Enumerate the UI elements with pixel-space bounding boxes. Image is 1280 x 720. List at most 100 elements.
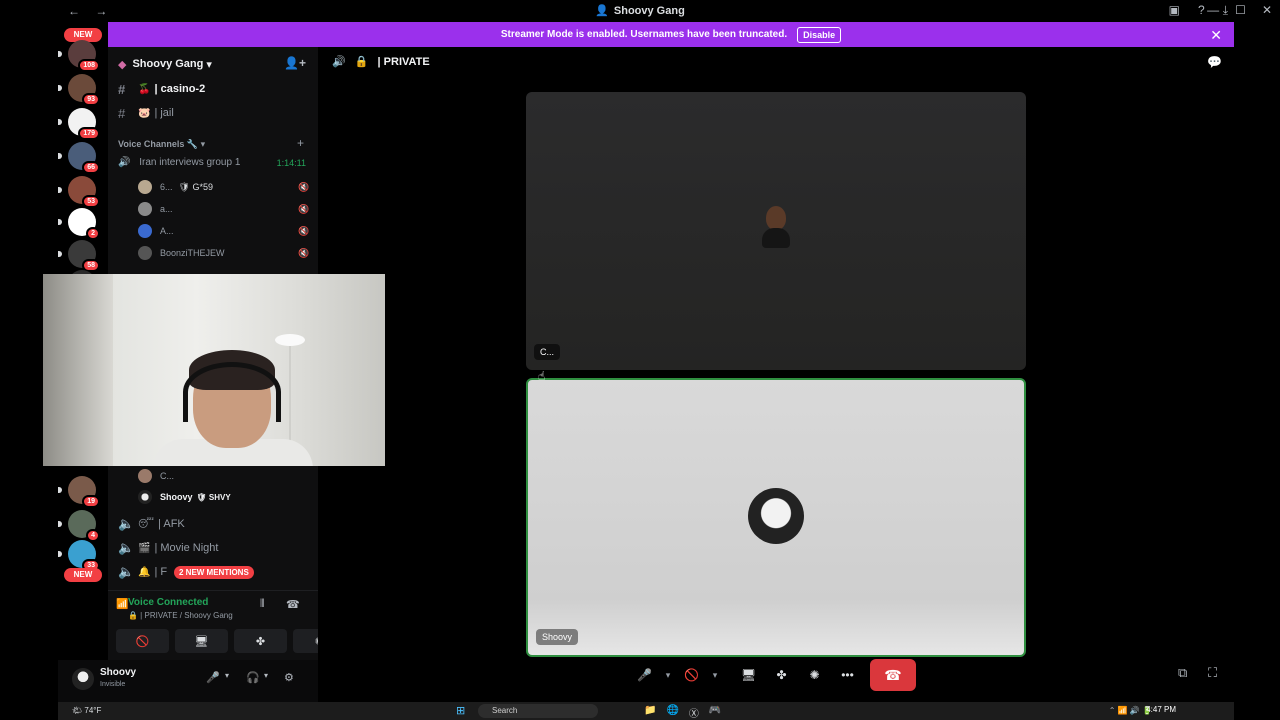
voice-user-name: 6... bbox=[160, 182, 173, 192]
mouse-cursor-icon: ☝ bbox=[538, 369, 546, 383]
settings-gear-icon[interactable]: ⚙ bbox=[284, 671, 294, 684]
avatar bbox=[138, 246, 152, 260]
fullscreen-icon[interactable]: ⛶ bbox=[1208, 665, 1217, 681]
participant-tile[interactable]: C... bbox=[526, 92, 1026, 370]
guild-icon[interactable]: 4 bbox=[58, 510, 100, 542]
invite-people-icon[interactable]: 👤+ bbox=[284, 56, 306, 70]
lock-icon: 🔒 bbox=[354, 56, 369, 68]
voice-user[interactable]: A... 🔇 bbox=[138, 222, 309, 240]
taskbar-search[interactable]: Search bbox=[478, 704, 598, 718]
unread-pip bbox=[58, 153, 62, 159]
voice-channel-label: Iran interviews group 1 bbox=[139, 157, 241, 168]
user-name[interactable]: Shoovy bbox=[100, 667, 136, 678]
guild-icon[interactable]: 2 bbox=[58, 208, 100, 240]
activity-button[interactable]: ✤ bbox=[765, 661, 798, 689]
chevron-down-icon[interactable]: ▾ bbox=[661, 670, 675, 681]
self-tile[interactable]: Shoovy bbox=[526, 378, 1026, 657]
disable-streamer-button[interactable]: Disable bbox=[797, 26, 842, 43]
webcam-background-lamp bbox=[275, 334, 305, 346]
microphone-icon[interactable]: 🎤 bbox=[206, 671, 220, 684]
guild-icon[interactable]: 58 bbox=[58, 240, 100, 272]
voice-connection-panel: 📶 Voice Connected 🔒 | PRIVATE / Shoovy G… bbox=[108, 590, 346, 656]
inbox-icon[interactable]: ▣ bbox=[1169, 3, 1180, 18]
unread-badge: 4 bbox=[86, 529, 100, 542]
chat-bubble-icon[interactable]: 💬 bbox=[1207, 55, 1222, 69]
guild-icon[interactable]: 53 bbox=[58, 176, 100, 208]
user-avatar[interactable] bbox=[72, 668, 94, 690]
noise-suppression-icon[interactable]: ⫴ bbox=[260, 598, 265, 611]
close-window-icon[interactable]: ✕ bbox=[1262, 3, 1272, 17]
new-unreads-pill-bottom[interactable]: NEW bbox=[64, 568, 102, 582]
windows-taskbar: 🌤 74°F ⊞ Search 📁 🌐 Ⓧ 🎮 ⌃ 📶 🔊 🔋 4:47 PM bbox=[58, 702, 1234, 720]
help-icon[interactable]: ? bbox=[1198, 3, 1205, 18]
browser-icon[interactable]: 🌐 bbox=[666, 705, 678, 720]
channel-header-title: | PRIVATE bbox=[377, 56, 430, 68]
ellipsis-icon: ••• bbox=[841, 668, 854, 682]
webcam-background-door bbox=[43, 274, 113, 466]
voice-category-header[interactable]: Voice Channels 🔧 ▾ bbox=[118, 139, 205, 150]
maximize-icon[interactable]: ☐ bbox=[1235, 3, 1246, 17]
headphones-icon[interactable]: 🎧 bbox=[246, 671, 260, 684]
voice-user-partial[interactable]: C... bbox=[138, 467, 174, 485]
screen-share-button[interactable]: 🖥 bbox=[175, 629, 228, 653]
mute-button[interactable]: 🎤 bbox=[628, 661, 661, 689]
muted-mic-icon: 🔇 bbox=[298, 203, 310, 214]
audio-options-chevron-icon[interactable]: ▾ bbox=[264, 671, 268, 680]
minimize-icon[interactable]: — bbox=[1207, 3, 1219, 17]
windows-start-icon[interactable]: ⊞ bbox=[456, 705, 468, 717]
guild-icon[interactable]: 108 bbox=[58, 40, 100, 72]
voice-timer: 1:14:11 bbox=[276, 158, 306, 168]
signal-icon[interactable]: 📶 bbox=[116, 599, 128, 610]
xbox-icon[interactable]: Ⓧ bbox=[689, 705, 699, 720]
camera-button[interactable]: 🚫 bbox=[675, 661, 708, 689]
voice-user[interactable]: 6... 🛡 G*59 🔇 bbox=[138, 178, 309, 196]
channel-jail[interactable]: # 🐷 | jail bbox=[118, 103, 174, 123]
guild-icon[interactable]: 179 bbox=[58, 108, 100, 140]
activities-button[interactable]: ✤ bbox=[234, 629, 287, 653]
channel-casino-2[interactable]: # 🍒 | casino-2 bbox=[118, 79, 205, 99]
file-explorer-icon[interactable]: 📁 bbox=[644, 705, 656, 720]
guild-icon[interactable]: 93 bbox=[58, 74, 100, 106]
voice-user-name: BoonziTHEJEW bbox=[160, 248, 225, 258]
chevron-down-icon[interactable]: ▾ bbox=[708, 670, 722, 681]
discord-app-icon[interactable]: 🎮 bbox=[709, 705, 721, 720]
voice-user-name: a... bbox=[160, 204, 173, 214]
camera-off-button[interactable]: 🚫 bbox=[116, 629, 169, 653]
more-options-button[interactable]: ••• bbox=[831, 661, 864, 689]
muted-mic-icon: 🔇 bbox=[298, 247, 310, 258]
speaker-icon: 🔈 bbox=[118, 516, 135, 531]
voice-user-self[interactable]: Shoovy 🛡 SHVY bbox=[138, 488, 231, 506]
server-header[interactable]: ◆ Shoovy Gang ▾ 👤+ bbox=[108, 47, 318, 81]
disconnect-call-button[interactable]: ☎ bbox=[870, 659, 916, 691]
soundboard-button[interactable]: ✺ bbox=[798, 661, 831, 689]
muted-mic-icon: 🔇 bbox=[298, 225, 310, 236]
voice-channel-f[interactable]: 🔈 🔔 | F bbox=[118, 562, 167, 582]
hang-up-icon: ☎ bbox=[884, 666, 902, 683]
disconnect-icon[interactable]: ☎ bbox=[286, 598, 300, 611]
voice-connected-channel[interactable]: 🔒 | PRIVATE / Shoovy Gang bbox=[128, 611, 233, 620]
add-channel-icon[interactable]: + bbox=[297, 136, 304, 150]
streamer-banner-text: Streamer Mode is enabled. Usernames have… bbox=[500, 29, 788, 40]
voice-channel-afk[interactable]: 🔈 😴 | AFK bbox=[118, 514, 185, 534]
guild-icon[interactable]: 33 bbox=[58, 540, 100, 572]
voice-channel-iran[interactable]: 🔊 Iran interviews group 1 bbox=[118, 157, 240, 168]
weather-widget[interactable]: 🌤 74°F bbox=[72, 706, 101, 715]
voice-user[interactable]: BoonziTHEJEW 🔇 bbox=[138, 244, 309, 262]
channel-emoji: 🍒 bbox=[138, 83, 151, 95]
voice-connected-status[interactable]: Voice Connected bbox=[128, 597, 208, 608]
voice-user[interactable]: a... 🔇 bbox=[138, 200, 309, 218]
pop-out-icon[interactable]: ⧉ bbox=[1178, 665, 1187, 681]
channel-emoji: 😴 bbox=[138, 518, 155, 530]
guild-icon[interactable]: 66 bbox=[58, 142, 100, 174]
taskbar-apps: 📁 🌐 Ⓧ 🎮 bbox=[644, 705, 721, 720]
close-banner-icon[interactable]: ✕ bbox=[1210, 27, 1222, 44]
participant-video bbox=[762, 206, 790, 248]
share-screen-button[interactable]: 🖥 bbox=[732, 661, 765, 689]
mic-options-chevron-icon[interactable]: ▾ bbox=[225, 671, 229, 680]
guild-icon[interactable]: 19 bbox=[58, 476, 100, 508]
voice-channel-movie-night[interactable]: 🔈 🎬 | Movie Night bbox=[118, 538, 218, 558]
taskbar-clock[interactable]: 4:47 PM bbox=[1146, 705, 1176, 714]
unread-pip bbox=[58, 187, 62, 193]
wrench-icon: 🔧 ▾ bbox=[186, 139, 206, 149]
new-mentions-pill[interactable]: 2 NEW MENTIONS bbox=[174, 566, 254, 579]
